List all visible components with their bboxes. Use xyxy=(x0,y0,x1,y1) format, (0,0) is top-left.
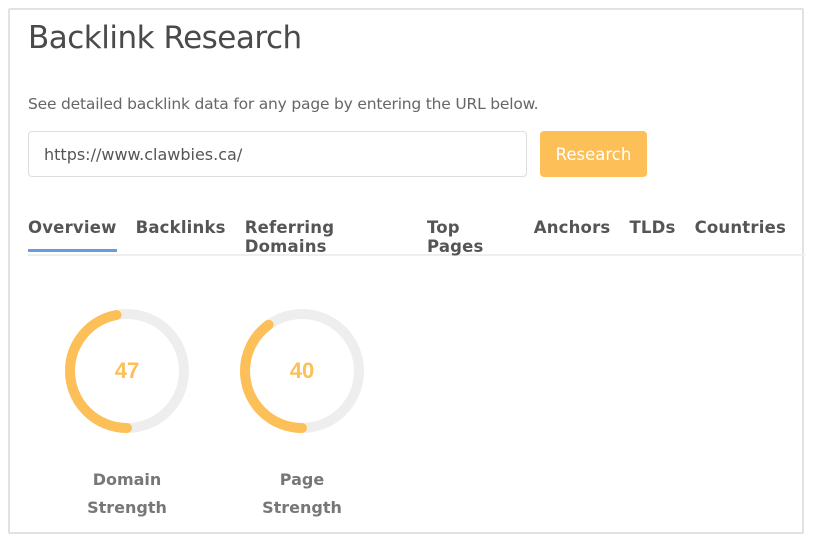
page-description: See detailed backlink data for any page … xyxy=(28,95,539,113)
tab-bar: Overview Backlinks Referring Domains Top… xyxy=(28,218,805,256)
tab-top-pages[interactable]: Top Pages xyxy=(427,218,515,256)
domain-strength-gauge: 47 Domain Strength xyxy=(64,308,190,522)
tab-anchors[interactable]: Anchors xyxy=(534,218,611,252)
page-strength-value: 40 xyxy=(289,358,315,383)
tab-backlinks[interactable]: Backlinks xyxy=(136,218,226,252)
research-button[interactable]: Research xyxy=(540,131,647,177)
tab-overview[interactable]: Overview xyxy=(28,218,117,252)
page-strength-gauge: 40 Page Strength xyxy=(239,308,365,522)
domain-strength-label: Domain Strength xyxy=(87,470,167,517)
tab-referring-domains[interactable]: Referring Domains xyxy=(245,218,408,256)
page-strength-label: Page Strength xyxy=(262,470,342,517)
tab-tlds[interactable]: TLDs xyxy=(629,218,675,252)
page-title: Backlink Research xyxy=(28,20,302,56)
domain-strength-value: 47 xyxy=(114,358,140,383)
tab-countries[interactable]: Countries xyxy=(695,218,786,252)
url-input[interactable] xyxy=(28,131,527,177)
